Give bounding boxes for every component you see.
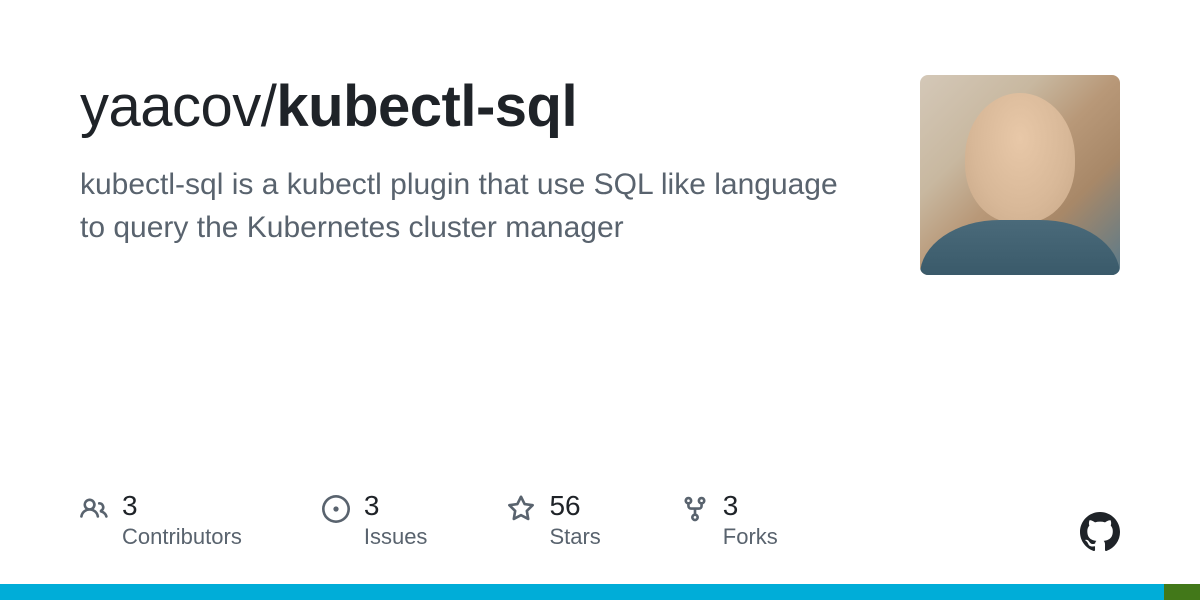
header-row: yaacov/kubectl-sql kubectl-sql is a kube…	[80, 75, 1120, 275]
stat-text: 56 Stars	[549, 491, 600, 550]
language-bar	[0, 584, 1200, 600]
language-segment	[1164, 584, 1200, 600]
issues-count: 3	[364, 491, 428, 522]
title-section: yaacov/kubectl-sql kubectl-sql is a kube…	[80, 75, 880, 250]
language-segment	[0, 584, 1164, 600]
stat-stars[interactable]: 56 Stars	[507, 491, 600, 550]
issues-label: Issues	[364, 524, 428, 550]
star-icon	[507, 495, 535, 523]
forks-label: Forks	[723, 524, 778, 550]
forks-count: 3	[723, 491, 778, 522]
stat-text: 3 Issues	[364, 491, 428, 550]
contributors-count: 3	[122, 491, 242, 522]
contributors-label: Contributors	[122, 524, 242, 550]
repo-title[interactable]: yaacov/kubectl-sql	[80, 75, 880, 139]
stat-contributors[interactable]: 3 Contributors	[80, 491, 242, 550]
stat-text: 3 Contributors	[122, 491, 242, 550]
repo-description: kubectl-sql is a kubectl plugin that use…	[80, 163, 860, 250]
stat-issues[interactable]: 3 Issues	[322, 491, 428, 550]
stat-text: 3 Forks	[723, 491, 778, 550]
fork-icon	[681, 495, 709, 523]
contributors-icon	[80, 495, 108, 523]
stats-row: 3 Contributors 3 Issues 56 Stars	[80, 491, 1120, 550]
repo-separator: /	[261, 74, 277, 139]
github-logo-icon[interactable]	[1080, 512, 1120, 552]
repo-owner[interactable]: yaacov	[80, 74, 261, 139]
stars-count: 56	[549, 491, 600, 522]
repo-name[interactable]: kubectl-sql	[276, 74, 577, 139]
avatar[interactable]	[920, 75, 1120, 275]
stars-label: Stars	[549, 524, 600, 550]
repo-card: yaacov/kubectl-sql kubectl-sql is a kube…	[0, 0, 1200, 600]
stat-forks[interactable]: 3 Forks	[681, 491, 778, 550]
issues-icon	[322, 495, 350, 523]
